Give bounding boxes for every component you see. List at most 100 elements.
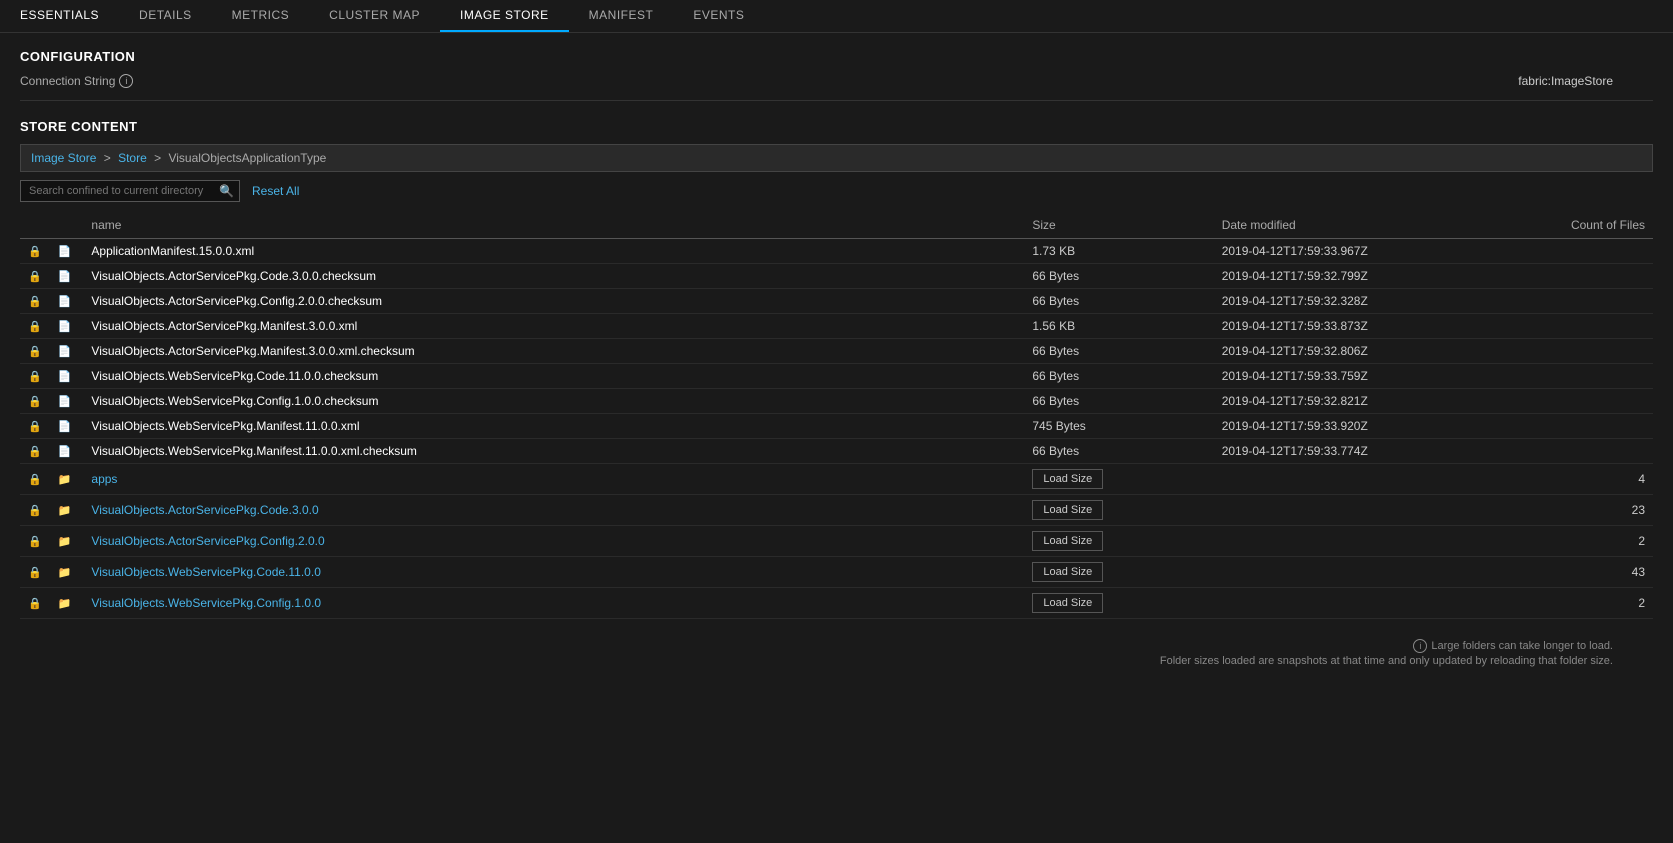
file-date-cell: 2019-04-12T17:59:33.774Z [1214, 439, 1497, 464]
file-name-cell: VisualObjects.WebServicePkg.Config.1.0.0… [83, 389, 1024, 414]
table-row: 🔒 📄 VisualObjects.WebServicePkg.Config.1… [20, 389, 1653, 414]
lock-cell: 🔒 [20, 464, 50, 495]
connection-string-value: fabric:ImageStore [1518, 74, 1613, 88]
folder-icon: 📁 [58, 536, 72, 548]
folder-name[interactable]: VisualObjects.WebServicePkg.Code.11.0.0 [91, 565, 320, 579]
file-date-cell: 2019-04-12T17:59:32.821Z [1214, 389, 1497, 414]
folder-icon: 📁 [58, 474, 72, 486]
top-navigation: ESSENTIALS DETAILS METRICS CLUSTER MAP I… [0, 0, 1673, 33]
file-icon-cell: 📄 [50, 339, 84, 364]
file-size-cell: 66 Bytes [1024, 364, 1213, 389]
file-icon-cell: 📄 [50, 239, 84, 264]
lock-cell: 🔒 [20, 389, 50, 414]
breadcrumb-current: VisualObjectsApplicationType [168, 151, 326, 165]
file-count-cell [1497, 414, 1653, 439]
lock-cell: 🔒 [20, 495, 50, 526]
table-row: 🔒 📁 VisualObjects.ActorServicePkg.Code.3… [20, 495, 1653, 526]
reset-all-button[interactable]: Reset All [252, 184, 299, 198]
search-input[interactable] [20, 180, 240, 202]
load-size-button[interactable]: Load Size [1032, 593, 1103, 613]
search-icon[interactable]: 🔍 [219, 184, 234, 198]
folder-count-cell: 2 [1497, 588, 1653, 619]
folder-size-cell: Load Size [1024, 495, 1213, 526]
table-row: 🔒 📁 apps Load Size 4 [20, 464, 1653, 495]
lock-cell: 🔒 [20, 557, 50, 588]
folder-name[interactable]: VisualObjects.ActorServicePkg.Config.2.0… [91, 534, 324, 548]
file-name: ApplicationManifest.15.0.0.xml [91, 244, 254, 258]
footer-note-line1: Large folders can take longer to load. [1431, 640, 1613, 652]
table-row: 🔒 📁 VisualObjects.WebServicePkg.Code.11.… [20, 557, 1653, 588]
footer-note: i Large folders can take longer to load.… [20, 639, 1653, 667]
nav-essentials[interactable]: ESSENTIALS [0, 0, 119, 32]
main-content: CONFIGURATION Connection String i fabric… [0, 33, 1673, 683]
folder-name[interactable]: apps [91, 472, 117, 486]
breadcrumb-store[interactable]: Store [118, 151, 147, 165]
lock-icon: 🔒 [28, 321, 42, 333]
file-size-cell: 1.56 KB [1024, 314, 1213, 339]
lock-icon: 🔒 [28, 474, 42, 486]
file-count-cell [1497, 339, 1653, 364]
lock-cell: 🔒 [20, 588, 50, 619]
file-date-cell: 2019-04-12T17:59:33.873Z [1214, 314, 1497, 339]
folder-name[interactable]: VisualObjects.WebServicePkg.Config.1.0.0 [91, 596, 321, 610]
file-table: name Size Date modified Count of Files 🔒… [20, 212, 1653, 619]
nav-image-store[interactable]: IMAGE STORE [440, 0, 569, 32]
table-row: 🔒 📄 VisualObjects.ActorServicePkg.Manife… [20, 314, 1653, 339]
breadcrumb-image-store[interactable]: Image Store [31, 151, 96, 165]
table-row: 🔒 📄 VisualObjects.WebServicePkg.Manifest… [20, 414, 1653, 439]
table-row: 🔒 📁 VisualObjects.ActorServicePkg.Config… [20, 526, 1653, 557]
folder-name[interactable]: VisualObjects.ActorServicePkg.Code.3.0.0 [91, 503, 318, 517]
folder-date-cell [1214, 526, 1497, 557]
lock-cell: 🔒 [20, 364, 50, 389]
file-size-cell: 66 Bytes [1024, 439, 1213, 464]
file-size-cell: 66 Bytes [1024, 389, 1213, 414]
nav-events[interactable]: EVENTS [673, 0, 764, 32]
lock-cell: 🔒 [20, 239, 50, 264]
folder-date-cell [1214, 495, 1497, 526]
load-size-button[interactable]: Load Size [1032, 500, 1103, 520]
file-size-cell: 1.73 KB [1024, 239, 1213, 264]
connection-string-info-icon[interactable]: i [119, 74, 133, 88]
nav-details[interactable]: DETAILS [119, 0, 212, 32]
lock-cell: 🔒 [20, 314, 50, 339]
file-date-cell: 2019-04-12T17:59:33.920Z [1214, 414, 1497, 439]
col-header-count: Count of Files [1497, 212, 1653, 239]
lock-icon: 🔒 [28, 396, 42, 408]
file-date-cell: 2019-04-12T17:59:32.799Z [1214, 264, 1497, 289]
lock-cell: 🔒 [20, 414, 50, 439]
file-name-cell: VisualObjects.ActorServicePkg.Manifest.3… [83, 339, 1024, 364]
file-icon: 📄 [58, 446, 72, 458]
footer-info-icon: i [1413, 639, 1427, 653]
table-row: 🔒 📄 VisualObjects.ActorServicePkg.Code.3… [20, 264, 1653, 289]
lock-icon: 🔒 [28, 271, 42, 283]
nav-metrics[interactable]: METRICS [212, 0, 310, 32]
table-row: 🔒 📁 VisualObjects.WebServicePkg.Config.1… [20, 588, 1653, 619]
file-size-cell: 745 Bytes [1024, 414, 1213, 439]
file-name: VisualObjects.WebServicePkg.Manifest.11.… [91, 444, 416, 458]
folder-icon-cell: 📁 [50, 557, 84, 588]
file-icon-cell: 📄 [50, 389, 84, 414]
folder-name-cell: VisualObjects.ActorServicePkg.Code.3.0.0 [83, 495, 1024, 526]
folder-date-cell [1214, 588, 1497, 619]
col-header-icon [50, 212, 84, 239]
file-name-cell: VisualObjects.WebServicePkg.Code.11.0.0.… [83, 364, 1024, 389]
load-size-button[interactable]: Load Size [1032, 469, 1103, 489]
file-count-cell [1497, 239, 1653, 264]
file-icon-cell: 📄 [50, 414, 84, 439]
folder-count-cell: 43 [1497, 557, 1653, 588]
folder-name-cell: VisualObjects.ActorServicePkg.Config.2.0… [83, 526, 1024, 557]
folder-size-cell: Load Size [1024, 526, 1213, 557]
file-icon: 📄 [58, 371, 72, 383]
folder-icon-cell: 📁 [50, 464, 84, 495]
load-size-button[interactable]: Load Size [1032, 562, 1103, 582]
folder-icon-cell: 📁 [50, 588, 84, 619]
lock-icon: 🔒 [28, 296, 42, 308]
search-input-wrap: 🔍 [20, 180, 240, 202]
footer-note-line2: Folder sizes loaded are snapshots at tha… [1160, 655, 1613, 667]
table-row: 🔒 📄 ApplicationManifest.15.0.0.xml 1.73 … [20, 239, 1653, 264]
load-size-button[interactable]: Load Size [1032, 531, 1103, 551]
nav-manifest[interactable]: MANIFEST [569, 0, 674, 32]
file-name-cell: VisualObjects.ActorServicePkg.Code.3.0.0… [83, 264, 1024, 289]
nav-cluster-map[interactable]: CLUSTER MAP [309, 0, 440, 32]
col-header-date: Date modified [1214, 212, 1497, 239]
